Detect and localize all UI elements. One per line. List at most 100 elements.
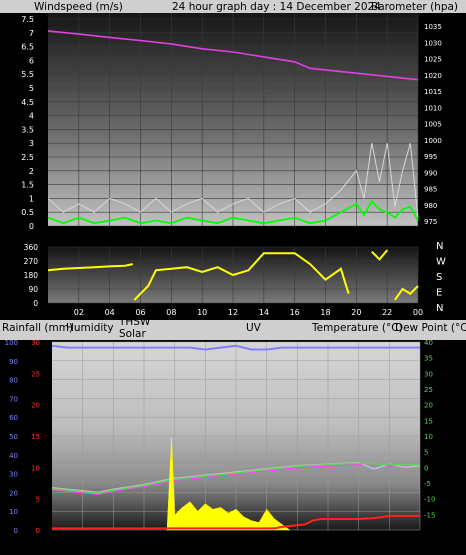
humidity-tick-label: 0 — [14, 527, 18, 535]
time-tick-label: 16 — [290, 308, 300, 317]
time-tick-label: 04 — [108, 538, 118, 547]
graphs-canvas: Windspeed (m/s) 24 hour graph day : 14 D… — [0, 0, 466, 555]
time-tick-label: 08 — [166, 231, 176, 240]
time-tick-label: 22 — [382, 231, 392, 240]
time-tick-label: 00 — [413, 308, 423, 317]
time-tick-label: 18 — [323, 538, 333, 547]
temperature-label: Temperature (°C) — [311, 322, 403, 334]
barometer-tick-label: 1035 — [424, 23, 442, 31]
temperature-tick-label: 30 — [424, 370, 433, 378]
time-tick-label: 06 — [135, 231, 145, 240]
windspeed-tick-label: 6.5 — [21, 43, 34, 52]
humidity-tick-label: 10 — [9, 508, 18, 516]
time-tick-label: 22 — [384, 538, 394, 547]
rain-temperature-panel: Rainfall (mm) Humidity THSW Solar UV Tem… — [0, 316, 466, 555]
chart-title: 24 hour graph day : 14 December 2024 — [172, 1, 381, 13]
time-tick-label: 12 — [228, 308, 238, 317]
barometer-tick-label: 1000 — [424, 137, 442, 145]
barometer-tick-label: 995 — [424, 153, 437, 161]
windspeed-tick-label: 3.5 — [21, 125, 34, 134]
rainfall-tick-label: 0 — [36, 527, 40, 535]
thsw-label: THSW — [118, 316, 151, 328]
windspeed-tick-label: 0.5 — [21, 208, 34, 217]
time-tick-label: 00 — [413, 231, 423, 240]
windspeed-tick-label: 1.5 — [21, 181, 34, 190]
dewpoint-label: Dew Point (°C) — [395, 322, 466, 334]
direction-letter-label: E — [436, 288, 442, 299]
time-tick-label: 08 — [170, 538, 180, 547]
temperature-tick-label: -10 — [424, 496, 435, 504]
time-tick-label: 20 — [354, 538, 364, 547]
temperature-tick-label: 0 — [424, 464, 428, 472]
rainfall-tick-label: 30 — [31, 339, 40, 347]
time-tick-label: 14 — [259, 231, 269, 240]
time-tick-label: 14 — [259, 308, 269, 317]
windspeed-tick-label: 1 — [29, 194, 34, 203]
time-tick-label: 14 — [262, 538, 272, 547]
rainfall-tick-label: 25 — [31, 370, 40, 378]
time-tick-label: 10 — [197, 231, 207, 240]
rainfall-tick-label: 15 — [31, 433, 40, 441]
barometer-tick-label: 990 — [424, 169, 437, 177]
windspeed-tick-label: 7.5 — [21, 15, 34, 24]
barometer-tick-label: 1030 — [424, 39, 442, 47]
barometer-tick-label: 1010 — [424, 104, 442, 112]
direction-degree-label: 360 — [24, 243, 39, 252]
barometer-axis-title: Barometer (hpa) — [371, 1, 458, 13]
solar-label: Solar — [119, 328, 146, 340]
humidity-tick-label: 20 — [9, 489, 18, 497]
temperature-tick-label: 20 — [424, 402, 433, 410]
windspeed-tick-label: 3 — [29, 139, 34, 148]
temperature-tick-label: 10 — [424, 433, 433, 441]
time-tick-label: 08 — [166, 308, 176, 317]
time-tick-label: 02 — [74, 231, 84, 240]
wind-direction-panel: 090180270360 NWSEN 02 04 06 08 10 12 14 16 18 20 2… — [0, 241, 466, 320]
direction-degree-label: 270 — [24, 257, 39, 266]
windspeed-tick-label: 4.5 — [21, 98, 34, 107]
weather-graphs: Windspeed (m/s) 24 hour graph day : 14 D… — [0, 0, 466, 555]
windspeed-tick-label: 5.5 — [21, 70, 34, 79]
time-tick-label: 02 — [78, 538, 88, 547]
rainfall-label: Rainfall (mm) — [2, 322, 73, 334]
temperature-tick-label: 15 — [424, 417, 433, 425]
time-tick-label: 20 — [351, 231, 361, 240]
windspeed-tick-label: 5 — [29, 84, 34, 93]
barometer-tick-label: 1005 — [424, 121, 442, 129]
barometer-tick-label: 1020 — [424, 72, 442, 80]
humidity-tick-label: 50 — [9, 433, 18, 441]
time-tick-label: 20 — [351, 308, 361, 317]
time-tick-label: 18 — [320, 231, 330, 240]
windspeed-tick-label: 2 — [29, 167, 34, 176]
barometer-tick-label: 985 — [424, 186, 437, 194]
temperature-tick-label: 40 — [424, 339, 433, 347]
humidity-tick-label: 80 — [9, 377, 18, 385]
time-tick-label: 18 — [320, 308, 330, 317]
time-tick-label: 12 — [231, 538, 241, 547]
direction-degree-label: 180 — [24, 271, 39, 280]
direction-letter-label: N — [436, 303, 443, 314]
time-tick-label: 04 — [105, 308, 115, 317]
direction-letter-label: N — [436, 241, 443, 252]
windspeed-tick-label: 4 — [29, 112, 34, 121]
time-tick-label: 10 — [200, 538, 210, 547]
direction-letter-label: W — [436, 257, 446, 268]
time-tick-label: 12 — [228, 231, 238, 240]
direction-letter-label: S — [436, 272, 442, 283]
barometer-tick-label: 975 — [424, 218, 437, 226]
sunset-annotation: SunSet — [290, 538, 318, 547]
rainfall-tick-label: 5 — [36, 496, 40, 504]
rainfall-tick-label: 20 — [31, 402, 40, 410]
direction-degree-label: 0 — [33, 299, 38, 308]
time-tick-label: 02 — [74, 308, 84, 317]
windspeed-tick-label: 6 — [29, 56, 34, 65]
time-tick-label: 00 — [415, 538, 425, 547]
rainfall-tick-label: 10 — [31, 464, 40, 472]
humidity-tick-label: 30 — [9, 471, 18, 479]
windspeed-tick-label: 7 — [29, 29, 34, 38]
temperature-tick-label: 25 — [424, 386, 433, 394]
time-tick-label: 22 — [382, 308, 392, 317]
barometer-tick-label: 980 — [424, 202, 437, 210]
temperature-tick-label: 35 — [424, 355, 433, 363]
temperature-tick-label: -15 — [424, 511, 435, 519]
windspeed-axis-title: Windspeed (m/s) — [34, 1, 123, 13]
